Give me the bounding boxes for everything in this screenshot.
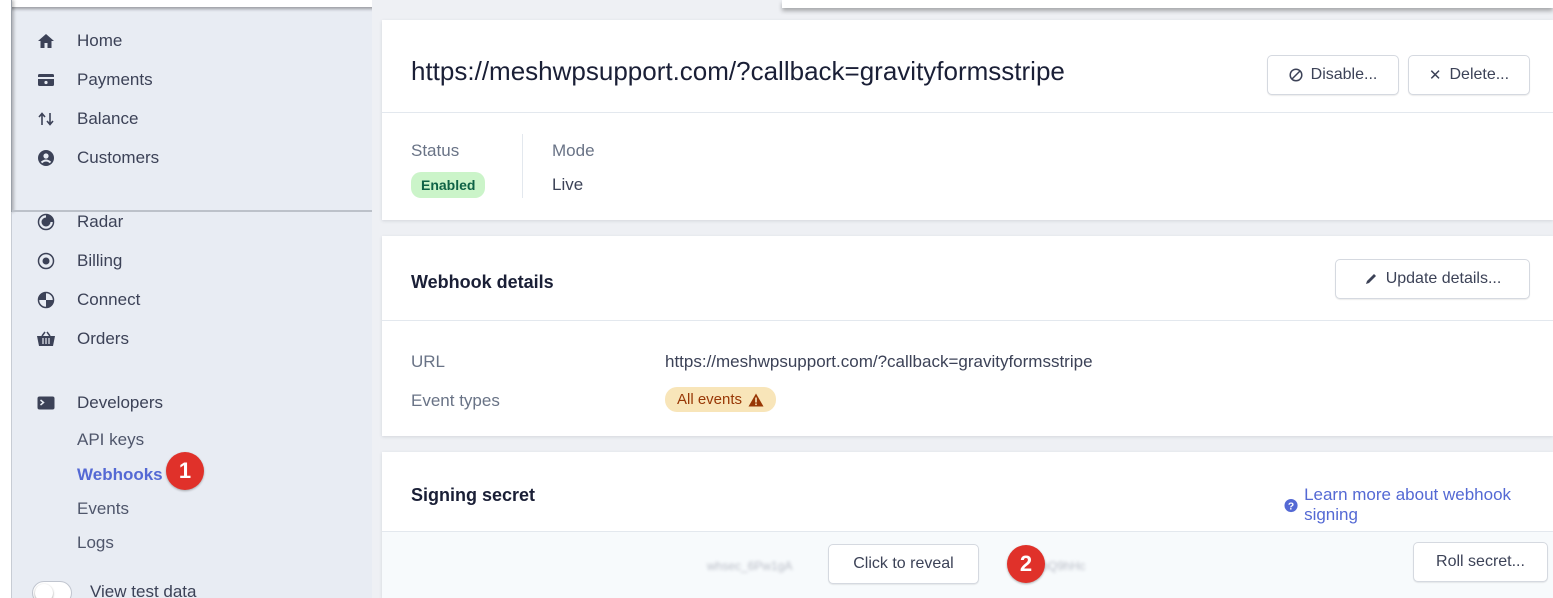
callout-badge-2: 2 — [1007, 545, 1045, 583]
sidebar-item-orders[interactable]: Orders — [24, 324, 129, 354]
roll-label: Roll secret... — [1436, 553, 1525, 570]
frame-left-lower — [0, 212, 12, 598]
sidebar-item-label: Billing — [77, 251, 123, 270]
delete-label: Delete... — [1449, 66, 1510, 83]
sidebar-item-label: Balance — [77, 109, 139, 128]
reveal-label: Click to reveal — [853, 555, 954, 572]
disable-label: Disable... — [1310, 66, 1378, 83]
customers-icon — [34, 146, 58, 170]
divider — [522, 134, 523, 198]
sidebar-item-label: Developers — [77, 393, 163, 412]
update-details-button[interactable]: Update details... — [1335, 259, 1530, 299]
pencil-icon — [1365, 274, 1376, 284]
masked-secret-left: whsec_6Pw1gA — [707, 559, 793, 573]
webhook-details-card: Webhook details Update details... URL ht… — [382, 236, 1553, 436]
frame-shadow-left — [0, 0, 12, 212]
sidebar-item-home[interactable]: Home — [24, 26, 122, 56]
roll-secret-button[interactable]: Roll secret... — [1413, 542, 1548, 582]
page-title: https://meshwpsupport.com/?callback=grav… — [411, 56, 1065, 86]
status-label: Status — [411, 141, 460, 160]
mode-value: Live — [552, 175, 584, 194]
disable-icon — [1289, 68, 1303, 82]
help-icon: ? — [1284, 498, 1298, 512]
radar-icon — [34, 210, 58, 234]
status-badge: Enabled — [411, 172, 486, 198]
divider — [382, 320, 1553, 321]
learn-more-link[interactable]: ? Learn more about webhook signing — [1284, 485, 1553, 525]
sidebar-subitem-logs[interactable]: Logs — [77, 529, 114, 557]
warning-icon — [748, 393, 764, 406]
svg-text:?: ? — [1288, 501, 1294, 512]
delete-button[interactable]: ✕ Delete... — [1408, 55, 1530, 95]
sidebar-subitem-webhooks[interactable]: Webhooks — [77, 461, 163, 489]
terminal-icon — [34, 391, 58, 415]
frame-shadow-bottom — [12, 210, 382, 212]
callout-badge-1: 1 — [166, 452, 204, 490]
sidebar-item-balance[interactable]: Balance — [24, 104, 138, 134]
learn-more-label: Learn more about webhook signing — [1304, 485, 1512, 524]
signing-secret-card: Signing secret ? Learn more about webhoo… — [382, 452, 1553, 598]
section-title: Signing secret — [411, 485, 536, 505]
disable-button[interactable]: Disable... — [1267, 55, 1399, 95]
sidebar: Home Payments Balance Customers Radar Bi… — [24, 6, 381, 598]
reveal-secret-button[interactable]: Click to reveal — [828, 544, 979, 584]
url-label: URL — [411, 352, 446, 371]
sidebar-item-customers[interactable]: Customers — [24, 143, 159, 173]
event-types-value: All events — [677, 391, 743, 408]
orders-icon — [34, 327, 58, 351]
sidebar-subitem-api-keys[interactable]: API keys — [77, 426, 144, 454]
update-details-label: Update details... — [1385, 270, 1502, 287]
sidebar-item-billing[interactable]: Billing — [24, 246, 122, 276]
balance-icon — [34, 107, 58, 131]
payments-icon — [34, 68, 58, 92]
sidebar-item-label: Connect — [77, 290, 141, 309]
endpoint-card: https://meshwpsupport.com/?callback=grav… — [382, 20, 1553, 220]
home-icon — [34, 29, 58, 53]
sidebar-item-connect[interactable]: Connect — [24, 285, 140, 315]
sidebar-item-label: Orders — [77, 329, 129, 348]
test-data-toggle[interactable] — [32, 581, 72, 598]
sidebar-item-label: Radar — [77, 212, 124, 231]
event-types-badge: All events — [665, 387, 777, 412]
frame-shadow-top-right — [782, 0, 1553, 8]
sidebar-item-label: Home — [77, 31, 123, 50]
sidebar-item-developers[interactable]: Developers — [24, 388, 163, 418]
sidebar-subitem-events[interactable]: Events — [77, 495, 129, 523]
section-title: Webhook details — [411, 272, 554, 292]
sidebar-panel: Home Payments Balance Customers Radar Bi… — [10, 0, 382, 598]
mode-label: Mode — [552, 141, 595, 160]
sidebar-item-payments[interactable]: Payments — [24, 65, 153, 95]
event-types-label: Event types — [411, 391, 500, 410]
test-data-label: View test data — [90, 582, 197, 598]
close-icon: ✕ — [1428, 67, 1442, 84]
connect-icon — [34, 288, 58, 312]
divider — [382, 112, 1553, 113]
sidebar-item-label: Customers — [77, 148, 160, 167]
sidebar-item-label: Payments — [77, 70, 153, 89]
url-value: https://meshwpsupport.com/?callback=grav… — [665, 352, 1093, 371]
billing-icon — [34, 249, 58, 273]
